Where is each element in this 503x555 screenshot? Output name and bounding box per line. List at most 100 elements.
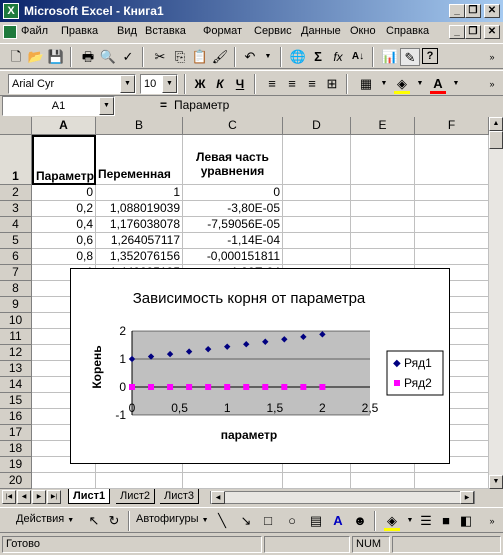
series-2-point[interactable] [262, 384, 269, 390]
cell-c6[interactable]: -0,000151811 [183, 249, 283, 265]
row-header-6[interactable]: 6 [0, 249, 32, 265]
doc-close-button[interactable]: ✕ [484, 25, 500, 39]
cell-a4[interactable]: 0,4 [32, 217, 96, 233]
doc-minimize-button[interactable]: _ [449, 25, 465, 39]
column-header-d[interactable]: D [283, 117, 351, 135]
row-header-19[interactable]: 19 [0, 457, 32, 473]
cell-a20[interactable] [32, 473, 96, 489]
cell-a2[interactable]: 0 [32, 185, 96, 201]
undo-dropdown-icon[interactable]: ▼ [258, 48, 278, 66]
plot-area[interactable] [132, 331, 370, 415]
row-header-13[interactable]: 13 [0, 361, 32, 377]
rotate-icon[interactable]: ↻ [104, 512, 124, 530]
help-icon[interactable]: ? [422, 48, 438, 64]
menu-window[interactable]: Окно [350, 25, 376, 37]
cell-f6[interactable] [415, 249, 489, 265]
line-style-icon[interactable]: ☰ [416, 512, 436, 530]
menu-file[interactable]: Файл [21, 25, 48, 37]
menu-edit[interactable]: Правка [61, 25, 98, 37]
chart-legend[interactable]: ◆ Ряд1 Ряд2 [386, 350, 444, 396]
row-header-16[interactable]: 16 [0, 409, 32, 425]
row-header-15[interactable]: 15 [0, 393, 32, 409]
vertical-scrollbar[interactable]: ▲ ▼ [489, 117, 503, 489]
shadow-icon[interactable]: ■ [436, 512, 456, 530]
cell-d4[interactable] [283, 217, 351, 233]
undo-icon[interactable]: ↶ [240, 48, 260, 66]
function-icon[interactable]: fx [328, 48, 348, 66]
menu-insert[interactable]: Вставка [145, 25, 186, 37]
cell-a1[interactable]: Параметр [32, 135, 96, 185]
select-all-corner[interactable] [0, 117, 32, 135]
actions-menu[interactable]: Действия ▼ [16, 513, 74, 525]
cell-b20[interactable] [96, 473, 183, 489]
cell-d20[interactable] [283, 473, 351, 489]
print-icon[interactable]: 🖶 [78, 48, 98, 66]
scroll-down-icon[interactable]: ▼ [489, 475, 503, 489]
autoshapes-menu[interactable]: Автофигуры ▼ [136, 513, 209, 525]
cell-c3[interactable]: -3,80E-05 [183, 201, 283, 217]
menu-view[interactable]: Вид [117, 25, 137, 37]
column-header-a[interactable]: A [32, 117, 96, 135]
cell-e3[interactable] [351, 201, 415, 217]
cell-c2[interactable]: 0 [183, 185, 283, 201]
minimize-button[interactable]: _ [449, 4, 465, 18]
font-select[interactable]: Arial Cyr ▼ [8, 74, 136, 94]
clipart-icon[interactable]: ☻ [350, 512, 370, 530]
oval-icon[interactable]: ○ [282, 512, 302, 530]
column-header-e[interactable]: E [351, 117, 415, 135]
row-header-9[interactable]: 9 [0, 297, 32, 313]
first-sheet-icon[interactable]: |◀ [2, 490, 16, 504]
row-header-12[interactable]: 12 [0, 345, 32, 361]
series-2-point[interactable] [186, 384, 193, 390]
workbook-icon[interactable] [3, 25, 17, 39]
cell-d5[interactable] [283, 233, 351, 249]
drawing-icon[interactable]: ✎ [400, 48, 420, 66]
next-sheet-icon[interactable]: ▶ [32, 490, 46, 504]
bold-button[interactable]: Ж [190, 75, 210, 93]
name-box[interactable]: A1 ▼ [2, 96, 115, 116]
cell-a3[interactable]: 0,2 [32, 201, 96, 217]
cell-a5[interactable]: 0,6 [32, 233, 96, 249]
series-2-point[interactable] [300, 384, 307, 390]
scroll-left-icon[interactable]: ◀ [211, 491, 225, 504]
row-header-7[interactable]: 7 [0, 265, 32, 281]
cell-f3[interactable] [415, 201, 489, 217]
fill-color-dropdown-icon[interactable]: ▼ [410, 75, 430, 93]
cell-e2[interactable] [351, 185, 415, 201]
print-preview-icon[interactable]: 🔍 [98, 48, 118, 66]
font-size-select[interactable]: 10 ▼ [140, 74, 178, 94]
cell-b1[interactable]: Переменная [96, 135, 183, 185]
align-left-icon[interactable]: ≡ [262, 75, 282, 93]
cell-b4[interactable]: 1,176038078 [96, 217, 183, 233]
last-sheet-icon[interactable]: ▶| [47, 490, 61, 504]
align-right-icon[interactable]: ≡ [302, 75, 322, 93]
cell-f2[interactable] [415, 185, 489, 201]
cell-c20[interactable] [183, 473, 283, 489]
wordart-icon[interactable]: A [328, 512, 348, 530]
spelling-icon[interactable]: ✓ [118, 48, 138, 66]
restore-button[interactable]: ❐ [465, 4, 481, 18]
row-header-3[interactable]: 3 [0, 201, 32, 217]
cell-f5[interactable] [415, 233, 489, 249]
cell-c5[interactable]: -1,14E-04 [183, 233, 283, 249]
row-header-11[interactable]: 11 [0, 329, 32, 345]
cell-b5[interactable]: 1,264057117 [96, 233, 183, 249]
cell-e5[interactable] [351, 233, 415, 249]
cell-d3[interactable] [283, 201, 351, 217]
cell-f20[interactable] [415, 473, 489, 489]
series-2-point[interactable] [148, 384, 155, 390]
3d-icon[interactable]: ◧ [456, 512, 476, 530]
row-header-20[interactable]: 20 [0, 473, 32, 489]
paste-icon[interactable]: 📋 [190, 48, 210, 66]
series-2-point[interactable] [129, 384, 135, 390]
chevron-down-icon[interactable]: ▼ [120, 75, 135, 93]
cut-icon[interactable]: ✂ [150, 48, 170, 66]
cell-c4[interactable]: -7,59056E-05 [183, 217, 283, 233]
cell-f1[interactable] [415, 135, 489, 185]
borders-dropdown-icon[interactable]: ▼ [374, 75, 394, 93]
cell-e4[interactable] [351, 217, 415, 233]
series-2-point[interactable] [281, 384, 288, 390]
row-header-10[interactable]: 10 [0, 313, 32, 329]
chevron-down-icon[interactable]: ▼ [99, 97, 114, 115]
series-2-point[interactable] [319, 384, 326, 390]
